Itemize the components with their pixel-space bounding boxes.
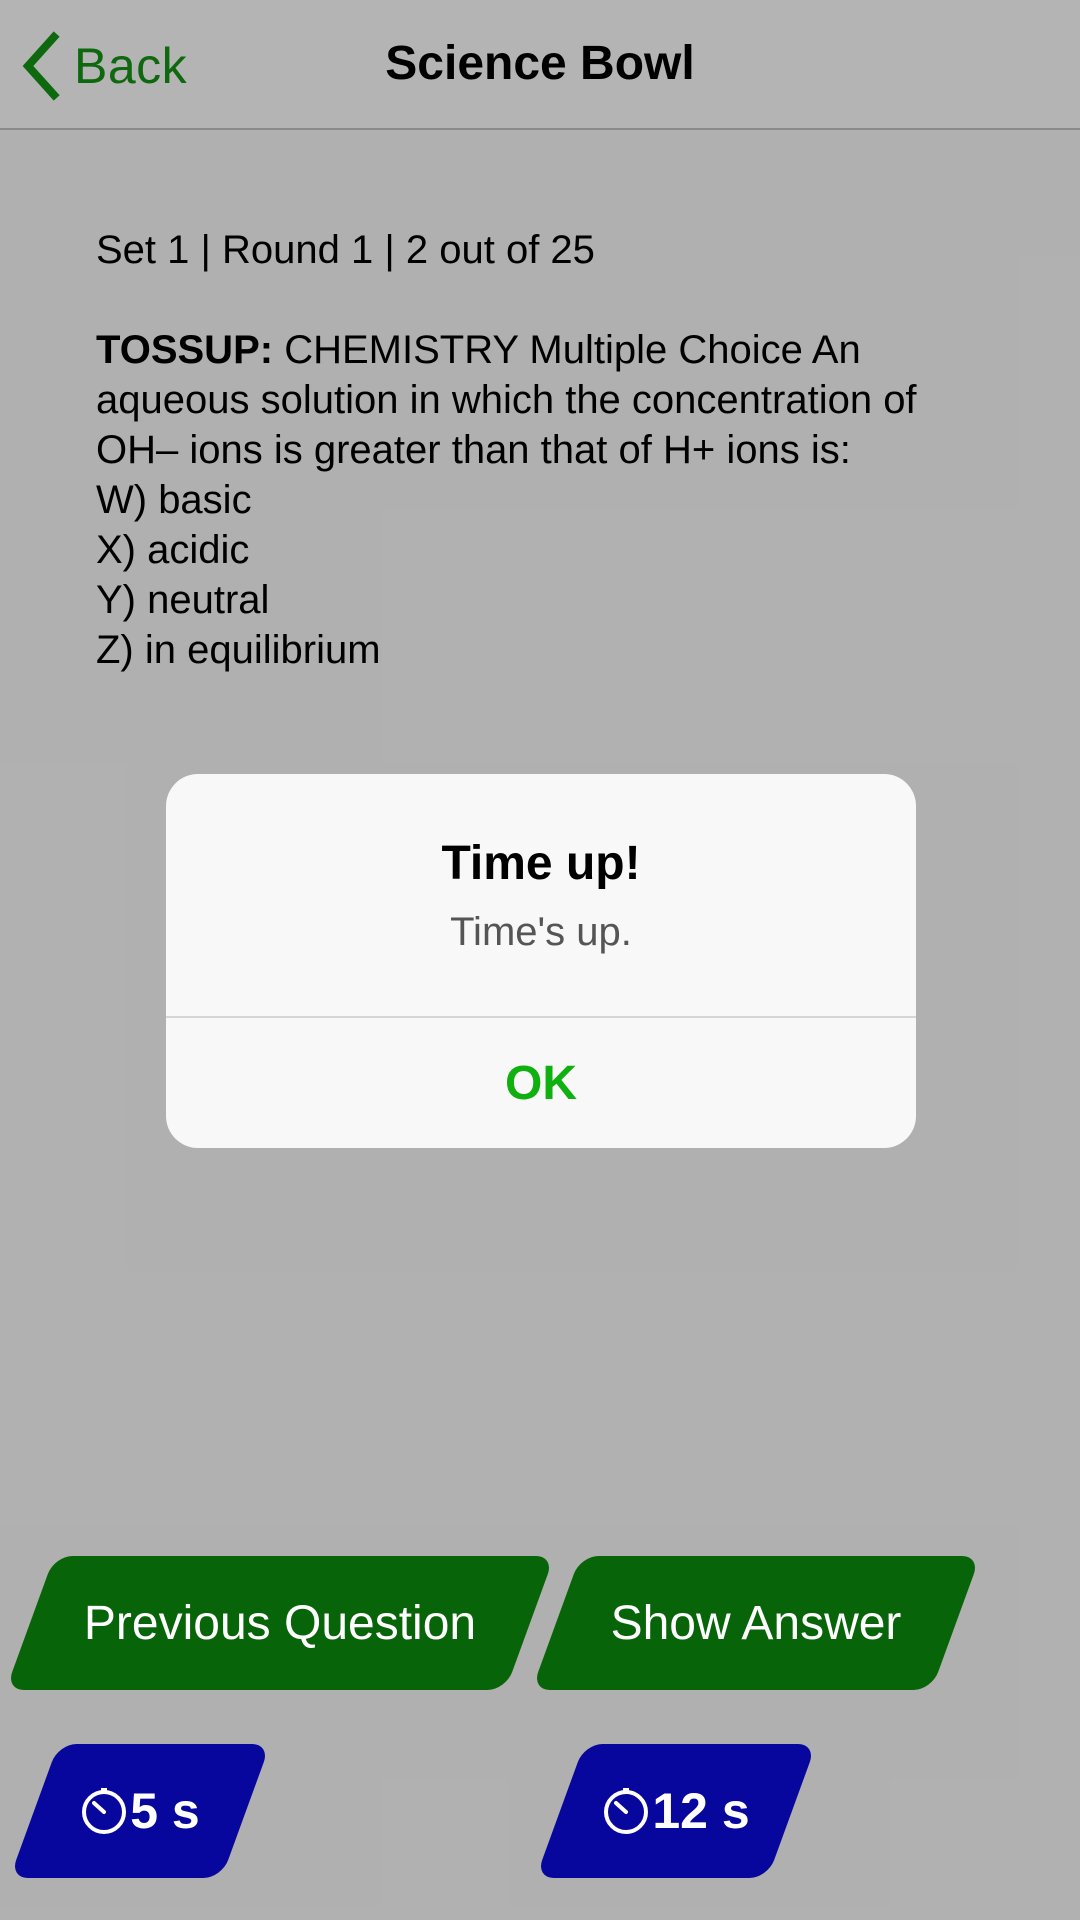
previous-question-label: Previous Question	[83, 1596, 477, 1650]
dialog-message: Time's up.	[450, 910, 632, 954]
ok-button[interactable]: OK	[166, 1018, 916, 1148]
timer-12s-label: 12 s	[652, 1783, 750, 1839]
timer-5s-label: 5 s	[130, 1783, 200, 1839]
dialog-title: Time up!	[441, 837, 641, 890]
stopwatch-icon	[82, 1788, 127, 1834]
time-up-dialog: Time up! Time's up. OK	[166, 774, 916, 1148]
show-answer-label: Show Answer	[610, 1596, 902, 1650]
stopwatch-icon	[604, 1788, 649, 1834]
